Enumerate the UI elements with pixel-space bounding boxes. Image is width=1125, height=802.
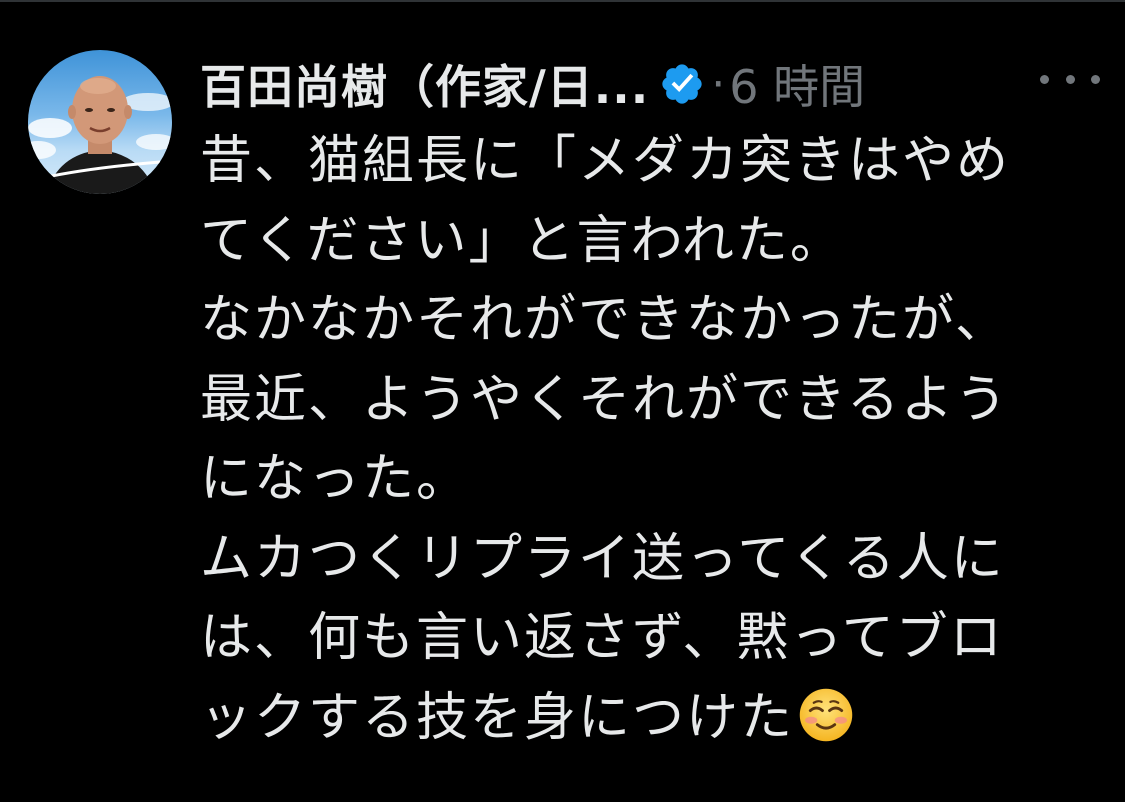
smiling-face-emoji-icon — [799, 688, 853, 741]
post-line: は、何も言い返さず、黙ってブロ — [200, 608, 1004, 668]
top-divider — [0, 0, 1125, 2]
more-dot — [1040, 74, 1049, 84]
post-timestamp[interactable]: 6 時間 — [729, 51, 865, 117]
post-line: てください」と言われた。 — [200, 210, 844, 271]
more-dot — [1091, 74, 1100, 84]
more-dot — [1065, 74, 1075, 84]
avatar-image — [28, 76, 172, 194]
post-line: 最近、ようやくそれができるよう — [200, 369, 1009, 430]
post-text: 昔、猫組長に「メダカ突きはやめ てください」と言われた。 なかなかそれができなか… — [200, 122, 1100, 758]
post-line-text: ックする技を身につけた — [200, 687, 795, 748]
separator-dot: · — [711, 58, 726, 110]
avatar[interactable] — [28, 50, 172, 194]
author-display-name[interactable]: 百田尚樹（作家/日... — [200, 51, 649, 117]
more-options-icon[interactable] — [1040, 64, 1100, 94]
verified-badge-icon[interactable] — [659, 61, 705, 107]
post-line: ムカつくリプライ送ってくる人に — [200, 528, 1005, 589]
post-header: 百田尚樹（作家/日... · 6 時間 — [200, 44, 1100, 124]
post-line-last: ックする技を身につけた — [200, 679, 1100, 759]
post-line: なかなかそれができなかったが、 — [200, 290, 1009, 350]
post-line: 昔、猫組長に「メダカ突きはやめ — [200, 131, 1011, 191]
post-line: になった。 — [200, 449, 471, 509]
